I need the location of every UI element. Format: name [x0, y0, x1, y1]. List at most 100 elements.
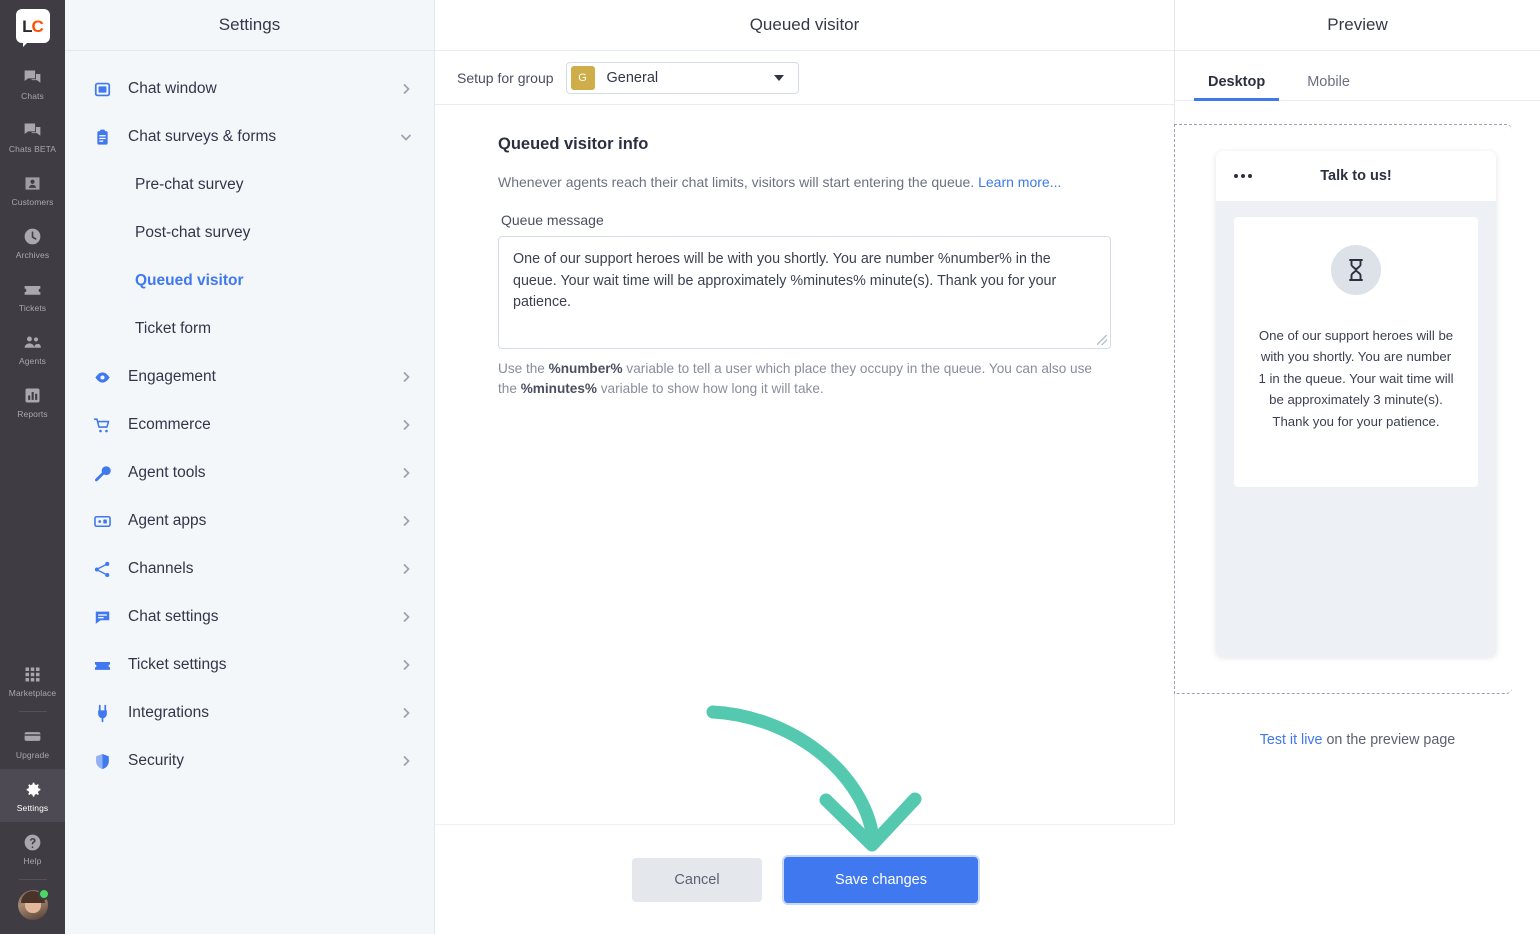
ticket-icon	[22, 279, 43, 300]
sidebar-item-channels[interactable]: Channels	[65, 545, 434, 593]
sidebar-item-engagement[interactable]: Engagement	[65, 353, 434, 401]
chat-beta-icon	[22, 120, 43, 141]
tab-desktop[interactable]: Desktop	[1194, 74, 1280, 101]
more-options-icon[interactable]	[1234, 174, 1252, 178]
rail-item-customers[interactable]: Customers	[0, 163, 65, 216]
sidebar-item-security[interactable]: Security	[65, 737, 434, 785]
widget-queue-card: One of our support heroes will be with y…	[1234, 217, 1478, 487]
tab-mobile[interactable]: Mobile	[1293, 74, 1364, 100]
preview-tabs: Desktop Mobile	[1175, 51, 1540, 101]
rail-label: Tickets	[18, 302, 47, 313]
wrench-icon	[93, 464, 112, 483]
sidebar-item-pre-chat-survey[interactable]: Pre-chat survey	[65, 161, 434, 209]
rail-item-chats[interactable]: Chats	[0, 57, 65, 110]
logo-letter-c: C	[31, 16, 44, 36]
chat-widget-preview: Talk to us! One of our support heroes wi…	[1216, 151, 1496, 657]
chevron-right-icon	[400, 467, 412, 479]
chevron-right-icon	[400, 371, 412, 383]
page-title: Queued visitor	[435, 0, 1174, 51]
eye-icon	[93, 368, 112, 387]
cart-icon	[93, 416, 112, 435]
rail-label: Agents	[18, 355, 47, 366]
chevron-right-icon	[400, 611, 412, 623]
rail-item-settings[interactable]: Settings	[0, 769, 65, 822]
sidebar-item-ecommerce[interactable]: Ecommerce	[65, 401, 434, 449]
livechat-logo[interactable]: LC	[15, 9, 50, 47]
chevron-down-icon	[400, 131, 412, 143]
rail-item-reports[interactable]: Reports	[0, 375, 65, 428]
clipboard-icon	[93, 128, 112, 147]
queue-message-box	[498, 236, 1111, 349]
group-select[interactable]: G General	[565, 61, 799, 94]
global-nav-rail: LC Chats Chats BETA Customers Archives T…	[0, 0, 65, 934]
sidebar-item-label: Chat surveys & forms	[128, 128, 277, 145]
apps-icon	[93, 512, 112, 531]
hourglass-icon	[1331, 245, 1381, 295]
rail-item-agents[interactable]: Agents	[0, 322, 65, 375]
customers-icon	[22, 173, 43, 194]
chevron-right-icon	[400, 419, 412, 431]
app-root: LC Chats Chats BETA Customers Archives T…	[0, 0, 1540, 934]
sidebar-item-ticket-settings[interactable]: Ticket settings	[65, 641, 434, 689]
chevron-right-icon	[400, 515, 412, 527]
rail-divider	[18, 711, 47, 712]
sidebar-item-ticket-form[interactable]: Ticket form	[65, 305, 434, 353]
rail-item-archives[interactable]: Archives	[0, 216, 65, 269]
learn-more-link[interactable]: Learn more...	[978, 174, 1061, 190]
rail-label: Help	[23, 855, 42, 866]
cancel-button[interactable]: Cancel	[632, 857, 762, 902]
chevron-down-icon	[773, 74, 784, 81]
avatar[interactable]	[17, 888, 50, 920]
sidebar-item-integrations[interactable]: Integrations	[65, 689, 434, 737]
test-it-live-suffix: on the preview page	[1322, 732, 1456, 748]
queue-message-input[interactable]	[513, 249, 1096, 336]
chevron-right-icon	[400, 563, 412, 575]
sidebar-item-label: Integrations	[128, 704, 209, 721]
rail-label: Chats	[21, 90, 44, 101]
widget-queue-message: One of our support heroes will be with y…	[1258, 328, 1454, 429]
hint-part-1: Use the	[498, 361, 549, 376]
sidebar-item-chat-surveys-forms[interactable]: Chat surveys & forms	[65, 113, 434, 161]
test-it-live-row: Test it live on the preview page	[1175, 732, 1540, 748]
rail-item-tickets[interactable]: Tickets	[0, 269, 65, 322]
chat-icon	[22, 67, 43, 88]
window-icon	[93, 80, 112, 99]
grid-icon	[22, 664, 43, 685]
sidebar-item-chat-window[interactable]: Chat window	[65, 65, 434, 113]
resize-handle[interactable]	[1097, 335, 1107, 345]
preview-stage: Talk to us! One of our support heroes wi…	[1174, 124, 1512, 694]
settings-nav: Chat window Chat surveys & forms Pre-cha…	[65, 51, 434, 785]
test-it-live-link[interactable]: Test it live	[1260, 732, 1323, 748]
rail-label: Archives	[15, 249, 50, 260]
section-description: Whenever agents reach their chat limits,…	[498, 174, 1174, 190]
settings-form: Queued visitor info Whenever agents reac…	[435, 105, 1174, 934]
gear-icon	[22, 779, 43, 800]
sidebar-item-agent-tools[interactable]: Agent tools	[65, 449, 434, 497]
rail-divider	[18, 879, 47, 880]
sidebar-item-label: Chat settings	[128, 608, 219, 625]
queue-message-hint: Use the %number% variable to tell a user…	[498, 359, 1108, 398]
rail-label: Chats BETA	[8, 143, 57, 154]
sidebar-item-queued-visitor[interactable]: Queued visitor	[65, 257, 434, 305]
rail-item-chats-beta[interactable]: Chats BETA	[0, 110, 65, 163]
rail-item-help[interactable]: Help	[0, 822, 65, 875]
sidebar-item-post-chat-survey[interactable]: Post-chat survey	[65, 209, 434, 257]
section-description-text: Whenever agents reach their chat limits,…	[498, 174, 975, 190]
group-selector-label: Setup for group	[457, 69, 554, 86]
group-select-value: General	[606, 69, 659, 86]
section-title: Queued visitor info	[498, 135, 649, 153]
speech-icon	[93, 608, 112, 627]
rail-item-marketplace[interactable]: Marketplace	[0, 654, 65, 707]
sidebar-item-chat-settings[interactable]: Chat settings	[65, 593, 434, 641]
queue-message-label: Queue message	[501, 212, 604, 228]
plug-icon	[93, 704, 112, 723]
group-selector-bar: Setup for group G General	[435, 51, 1174, 105]
sidebar-item-agent-apps[interactable]: Agent apps	[65, 497, 434, 545]
ticket-icon	[93, 656, 112, 675]
save-changes-button[interactable]: Save changes	[784, 856, 978, 903]
logo-letter-l: L	[22, 16, 32, 36]
rail-item-upgrade[interactable]: Upgrade	[0, 716, 65, 769]
sidebar-item-label: Ticket settings	[128, 656, 227, 673]
sidebar-item-label: Engagement	[128, 368, 216, 385]
agents-icon	[22, 332, 43, 353]
